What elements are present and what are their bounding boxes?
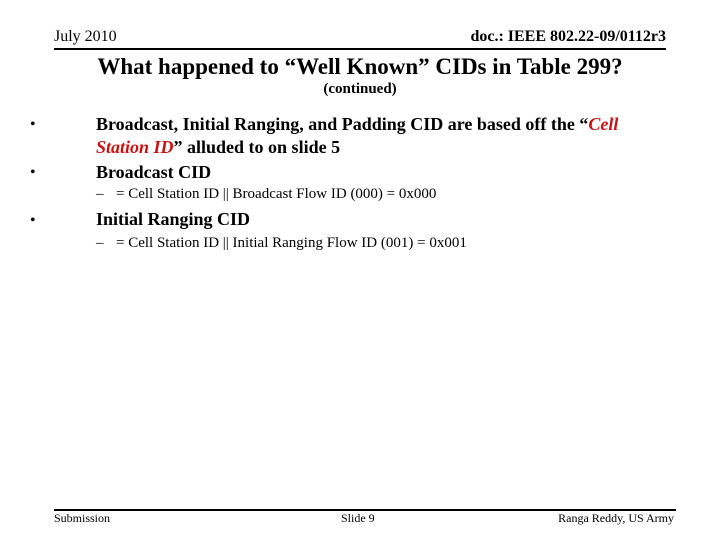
footer-slide-number: Slide 9 <box>341 511 375 525</box>
bullet-3-marker: • <box>30 212 36 229</box>
bullet-2-sub-dash: – <box>96 186 104 202</box>
bullet-3-text: Initial Ranging CID <box>96 209 251 229</box>
bullet-2-sub-text: = Cell Station ID || Broadcast Flow ID (… <box>116 186 437 202</box>
bullet-2-text: Broadcast CID <box>96 162 212 182</box>
bullet-3-sub-text: = Cell Station ID || Initial Ranging Flo… <box>116 235 467 251</box>
footer-left: Submission <box>54 511 111 525</box>
footer-author: Ranga Reddy, US Army <box>558 511 674 525</box>
header-date: July 2010 <box>54 28 117 45</box>
bullet-2-marker: • <box>30 164 36 181</box>
bullet-1-marker: • <box>30 116 36 133</box>
bullet-3-sub-dash: – <box>96 235 104 251</box>
slide-title: What happened to “Well Known” CIDs in Ta… <box>97 54 623 79</box>
header-doc-id: doc.: IEEE 802.22-09/0112r3 <box>470 28 666 45</box>
slide-subtitle: (continued) <box>323 81 397 97</box>
bullet-1-text: Broadcast, Initial Ranging, and Padding … <box>96 113 636 159</box>
bullet-1-text-after: ” alluded to on slide 5 <box>173 137 341 157</box>
bullet-1-text-before: Broadcast, Initial Ranging, and Padding … <box>96 114 589 134</box>
header-rule <box>54 48 666 50</box>
